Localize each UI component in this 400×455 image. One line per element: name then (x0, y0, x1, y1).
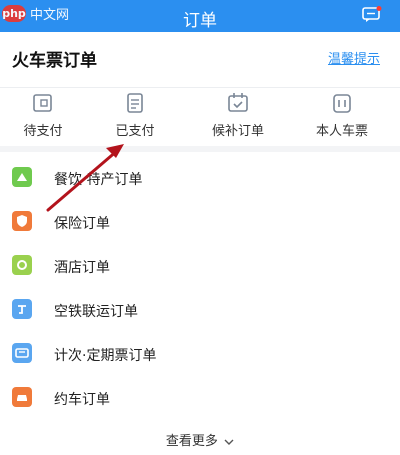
view-more-button[interactable]: 查看更多 (0, 430, 400, 449)
list-item-air-rail[interactable]: 空铁联运订单 (0, 288, 400, 332)
food-icon (12, 167, 32, 187)
list-item-label: 餐饮·特产订单 (54, 172, 143, 188)
list-item-pass-ticket[interactable]: 计次·定期票订单 (0, 332, 400, 376)
train-order-card: 火车票订单 温馨提示 待支付 已支付 候补订单 本人车票 (0, 32, 400, 146)
list-item-label: 约车订单 (54, 392, 110, 408)
pass-ticket-icon (12, 343, 32, 363)
paid-icon (127, 93, 143, 113)
pending-payment-icon (33, 94, 52, 112)
insurance-icon (12, 211, 32, 231)
tab-label: 候补订单 (211, 124, 264, 139)
hotel-icon (12, 255, 32, 275)
waitlist-icon (228, 93, 248, 112)
list-item-label: 空铁联运订单 (54, 304, 138, 320)
tip-link[interactable]: 温馨提示 (328, 48, 380, 67)
list-item-car[interactable]: 约车订单 (0, 376, 400, 420)
page-title: 订单 (183, 11, 217, 31)
divider (0, 87, 400, 88)
message-icon[interactable] (362, 6, 382, 22)
my-ticket-icon (333, 94, 351, 113)
tab-label: 本人车票 (315, 124, 368, 139)
tab-paid[interactable]: 已支付 (95, 92, 175, 140)
list-item-label: 酒店订单 (54, 260, 110, 276)
list-item-food[interactable]: 餐饮·特产订单 (0, 156, 400, 200)
car-icon (12, 387, 32, 407)
list-item-label: 保险订单 (54, 216, 110, 232)
card-title: 火车票订单 (12, 51, 97, 71)
air-rail-icon (12, 299, 32, 319)
view-more-label: 查看更多 (165, 434, 218, 449)
list-item-insurance[interactable]: 保险订单 (0, 200, 400, 244)
tab-waitlist[interactable]: 候补订单 (198, 92, 278, 140)
tab-pending-payment[interactable]: 待支付 (3, 92, 83, 140)
list-item-hotel[interactable]: 酒店订单 (0, 244, 400, 288)
tab-label: 待支付 (23, 124, 63, 139)
tab-label: 已支付 (115, 124, 155, 139)
chevron-down-icon (224, 439, 234, 445)
other-orders-list: 餐饮·特产订单 保险订单 酒店订单 空铁联运订单 计次·定期票订单 约车订单 查… (0, 152, 400, 455)
app-header: php 中文网 订单 (0, 0, 400, 32)
tab-my-ticket[interactable]: 本人车票 (302, 92, 382, 140)
list-item-label: 计次·定期票订单 (54, 348, 157, 364)
